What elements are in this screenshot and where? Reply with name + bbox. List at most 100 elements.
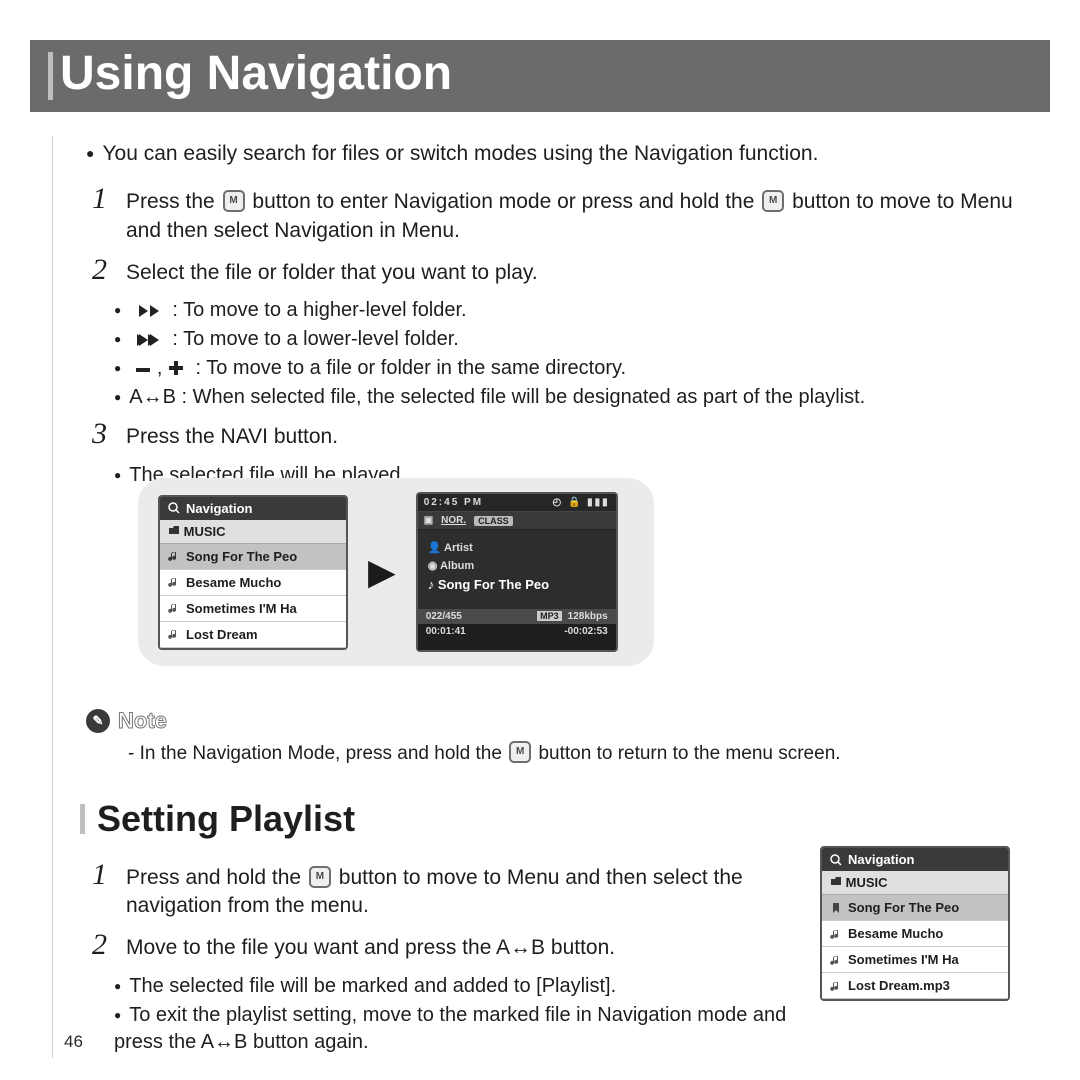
device-screens-group: Navigation MUSIC Song For The Peo Besame… (138, 478, 654, 666)
mode-class: CLASS (474, 516, 513, 526)
music-note-icon (830, 954, 842, 966)
remain: -00:02:53 (564, 626, 607, 637)
music-note-icon (168, 550, 180, 562)
folder-up-icon (168, 524, 180, 536)
intro-text: You can easily search for files or switc… (86, 140, 1040, 168)
step-number: 3 (92, 419, 116, 451)
step2-text: Select the file or folder that you want … (126, 255, 1040, 287)
playlist-sublist: ●The selected file will be marked and ad… (114, 973, 804, 1056)
r2: Sometimes I'M Ha (848, 952, 959, 967)
step-number: 2 (92, 255, 116, 287)
step-number: 1 (92, 860, 116, 921)
m-button-icon (309, 866, 331, 888)
page-title-band: Using Navigation (30, 40, 1050, 112)
nav-title: Navigation (848, 852, 914, 867)
title-accent-bar (48, 52, 53, 100)
nav-folder-row: MUSIC (160, 520, 346, 544)
step-3: 3 Press the NAVI button. (92, 419, 1040, 451)
pencil-icon: ✎ (86, 709, 110, 733)
navigation-screen: Navigation MUSIC Song For The Peo Besame… (158, 495, 348, 650)
elapsed: 00:01:41 (426, 626, 466, 637)
list-item: Besame Mucho (822, 921, 1008, 947)
search-icon (830, 854, 842, 866)
left-page-rule (52, 136, 53, 1058)
s2a: : To move to a higher-level folder. (172, 299, 466, 321)
list-item: Lost Dream.mp3 (822, 973, 1008, 999)
list-item: Sometimes I'M Ha (822, 947, 1008, 973)
note-t2: button to return to the menu screen. (538, 743, 840, 764)
bookmark-icon (830, 902, 842, 914)
p2s2: To exit the playlist setting, move to th… (114, 1004, 786, 1053)
playback-time-bar: 00:01:41 -00:02:53 (418, 624, 616, 650)
list-item: Sometimes I'M Ha (160, 596, 346, 622)
section2-title: Setting Playlist (97, 795, 355, 844)
list-item: Lost Dream (160, 622, 346, 648)
music-note-icon (168, 602, 180, 614)
nav-folder: MUSIC (846, 875, 888, 890)
list-item: Besame Mucho (160, 570, 346, 596)
list-item: Song For The Peo (822, 895, 1008, 921)
nav-screen-header: Navigation (160, 497, 346, 520)
clock: 02:45 PM (424, 497, 483, 508)
m-button-icon (223, 190, 245, 212)
row2: Sometimes I'M Ha (186, 601, 297, 616)
step-2: 2 Select the file or folder that you wan… (92, 255, 1040, 287)
row3: Lost Dream (186, 627, 258, 642)
step1-text-b: button to enter Navigation mode or press… (252, 190, 760, 213)
arrow-right-icon: ▶ (368, 551, 396, 593)
p1a: Press and hold the (126, 866, 307, 889)
search-icon (168, 502, 180, 514)
nav-screen-header: Navigation (822, 848, 1008, 871)
prev-icon (135, 304, 161, 318)
music-note-icon (168, 628, 180, 640)
section-heading: Setting Playlist (80, 795, 1040, 844)
minus-icon (135, 364, 151, 376)
nav-folder-row: MUSIC (822, 871, 1008, 895)
playlist-step-1: 1 Press and hold the button to move to M… (92, 860, 804, 921)
step-1: 1 Press the button to enter Navigation m… (92, 184, 1040, 245)
row0: Song For The Peo (186, 549, 297, 564)
p1-body: Press and hold the button to move to Men… (126, 860, 804, 921)
step-number: 1 (92, 184, 116, 245)
m-button-icon (762, 190, 784, 212)
note-text: - In the Navigation Mode, press and hold… (128, 741, 1040, 767)
playback-meta: 👤 Artist ◉ Album ♪ Song For The Peo (418, 530, 616, 596)
next-icon (135, 333, 161, 347)
music-note-icon (168, 576, 180, 588)
mode-nor: NOR. (441, 515, 466, 526)
album-label: Album (440, 560, 474, 572)
playback-info-bar: 022/455 MP3 128kbps (418, 609, 616, 624)
music-note-icon (830, 980, 842, 992)
track-title: Song For The Peo (438, 577, 549, 592)
step-number: 2 (92, 930, 116, 962)
status-icons: ◴ 🔒 ▮▮▮ (552, 497, 609, 508)
playback-screen: 02:45 PM ◴ 🔒 ▮▮▮ ▣ NOR. CLASS 👤 Artist ◉… (416, 492, 618, 652)
heading-accent-bar (80, 804, 85, 834)
page-number: 46 (64, 1032, 83, 1052)
step2-sublist: ● : To move to a higher-level folder. ● … (114, 297, 1040, 411)
artist-label: Artist (444, 542, 473, 554)
fmt-badge: MP3 (537, 611, 562, 621)
s2b: : To move to a lower-level folder. (172, 328, 458, 350)
bitrate: 128kbps (568, 611, 608, 622)
r1: Besame Mucho (848, 926, 943, 941)
page-title: Using Navigation (30, 40, 1050, 101)
folder-up-icon (830, 875, 842, 887)
music-note-icon (830, 928, 842, 940)
playback-status-bar: 02:45 PM ◴ 🔒 ▮▮▮ (418, 494, 616, 512)
nav-title: Navigation (186, 501, 252, 516)
s2d: A↔B : When selected file, the selected f… (129, 386, 865, 408)
m-button-icon (509, 741, 531, 763)
playback-mode-bar: ▣ NOR. CLASS (418, 512, 616, 530)
play-mode-icon: ▣ (424, 515, 433, 526)
list-item: Song For The Peo (160, 544, 346, 570)
note-badge: ✎ Note (86, 706, 167, 736)
r3: Lost Dream.mp3 (848, 978, 950, 993)
track-count: 022/455 (426, 611, 462, 622)
nav-folder: MUSIC (184, 524, 226, 539)
plus-icon (168, 360, 184, 376)
r0: Song For The Peo (848, 900, 959, 915)
step-body: Press the button to enter Navigation mod… (126, 184, 1040, 245)
p2s1: The selected file will be marked and add… (129, 975, 616, 997)
step3-text: Press the NAVI button. (126, 419, 1040, 451)
